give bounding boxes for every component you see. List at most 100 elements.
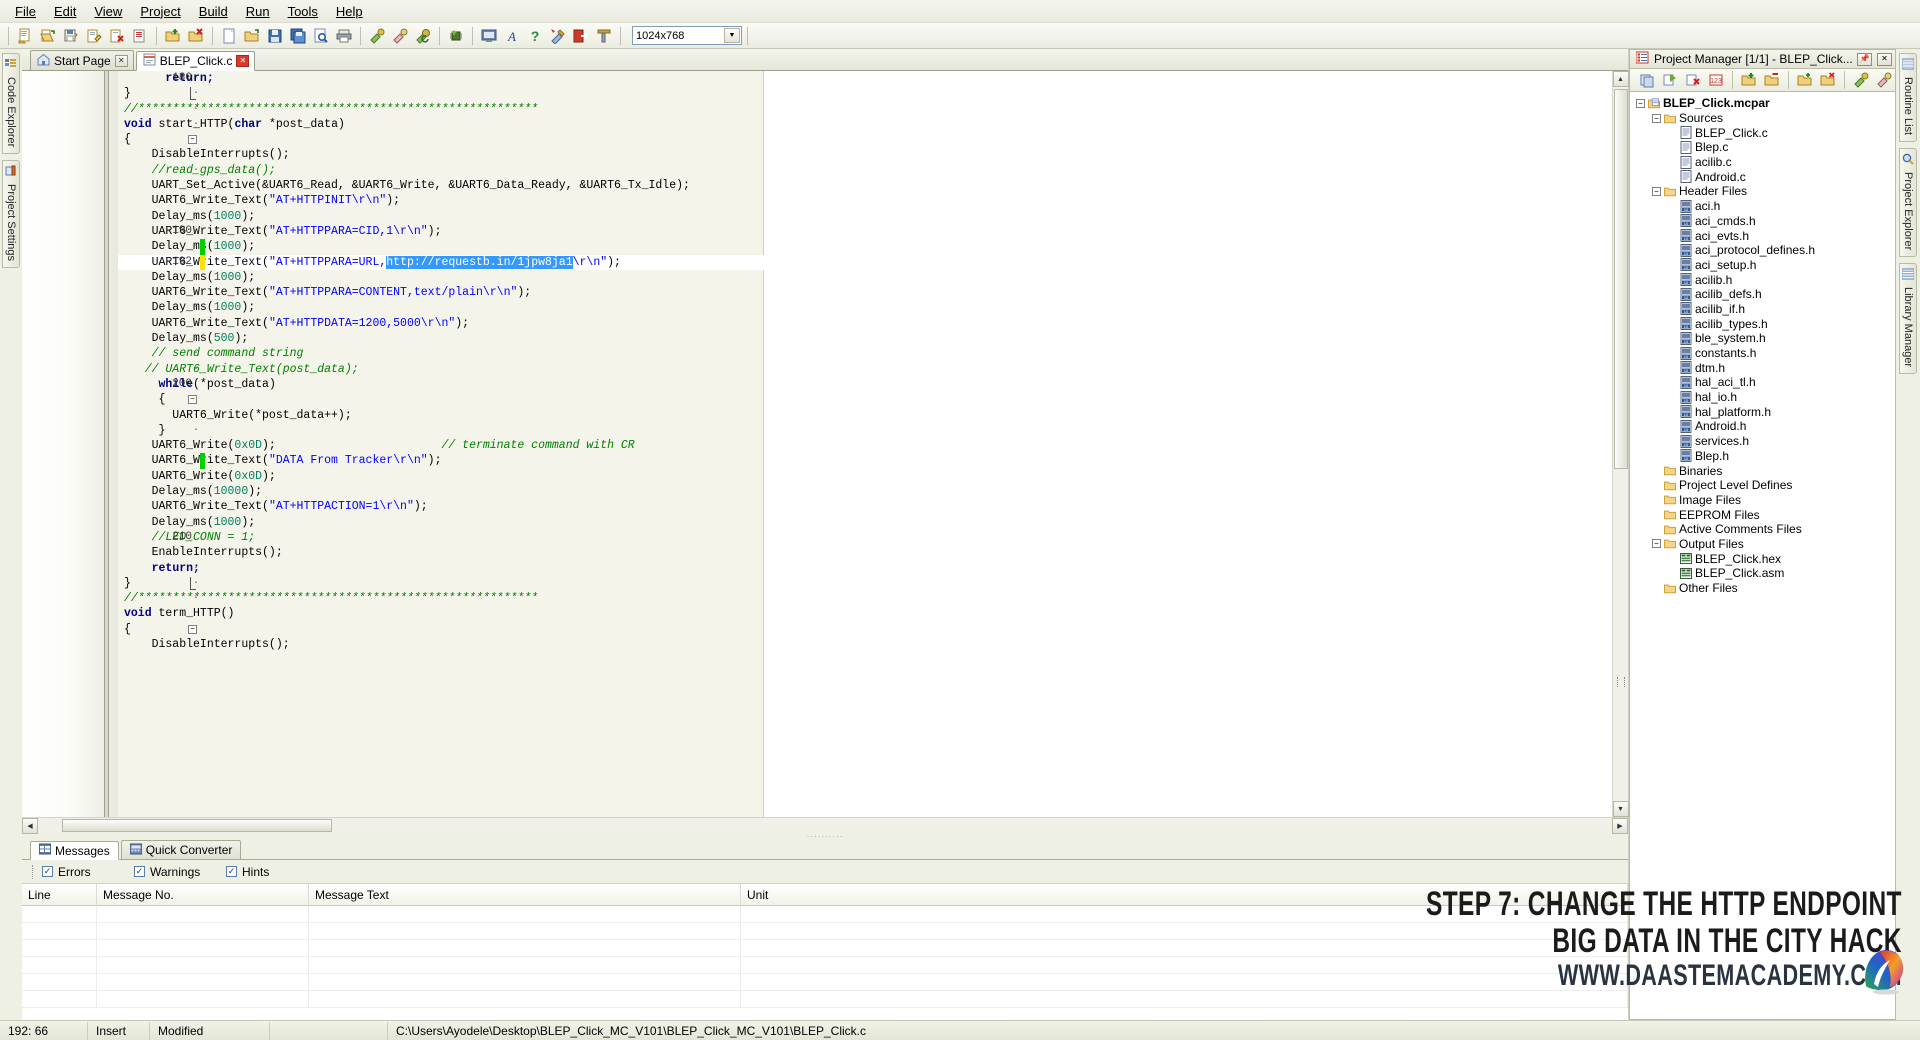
tree-node-hal-aci-tl-h[interactable]: 10 hal_aci_tl.h (1630, 375, 1895, 390)
scroll-down-icon[interactable]: ▼ (1612, 801, 1629, 817)
column-header-line[interactable]: Line (22, 883, 97, 906)
rebuild-all-icon[interactable] (412, 25, 434, 47)
code-line[interactable]: · UART_Set_Active(&UART6_Read, &UART6_Wr… (118, 178, 1612, 193)
code-line[interactable]: - DisableInterrupts(); (118, 147, 1612, 162)
tree-expander-icon[interactable]: − (1636, 98, 1645, 108)
find-in-files-icon[interactable] (310, 25, 332, 47)
menu-help[interactable]: Help (327, 1, 372, 22)
tree-node-dtm-h[interactable]: 10 dtm.h (1630, 360, 1895, 375)
code-line[interactable]: · DisableInterrupts(); (118, 637, 1612, 652)
table-row[interactable] (22, 906, 1628, 923)
code-line[interactable]: - void term_HTTP() (118, 606, 1612, 621)
menu-build[interactable]: Build (190, 1, 237, 22)
close-icon[interactable]: ✕ (1877, 52, 1892, 66)
options-icon[interactable] (547, 25, 569, 47)
usart-terminal-icon[interactable] (478, 25, 500, 47)
messages-table-rows[interactable] (22, 906, 1628, 1020)
code-line[interactable]: 190 UART6_Write_Text("AT+HTTPPARA=CID,1\… (118, 224, 1612, 239)
editor-vertical-scrollbar[interactable]: ▲ ▼ (1612, 71, 1629, 817)
sidebar-item-project-explorer[interactable]: Project Explorer (1899, 148, 1917, 258)
code-line[interactable]: · UART6_Write_Text("AT+HTTPACTION=1\r\n"… (118, 499, 1612, 514)
tree-node-image-files[interactable]: Image Files (1630, 493, 1895, 508)
code-line[interactable]: ·−{ (118, 622, 1612, 637)
table-row[interactable] (22, 940, 1628, 957)
fold-toggle-icon[interactable] (190, 576, 196, 590)
tree-node-blep-c[interactable]: Blep.c (1630, 140, 1895, 155)
tree-node-android-h[interactable]: 10 Android.h (1630, 419, 1895, 434)
tree-expander-icon[interactable]: − (1652, 539, 1661, 549)
close-icon[interactable]: ✕ (114, 54, 128, 67)
tree-node-hal-platform-h[interactable]: 10 hal_platform.h (1630, 404, 1895, 419)
table-row[interactable] (22, 957, 1628, 974)
save-all-icon[interactable] (287, 25, 309, 47)
open-file-icon[interactable] (37, 25, 59, 47)
new-file-icon[interactable] (14, 25, 36, 47)
code-line[interactable]: - UART6_Write_Text("DATA From Tracker\r\… (118, 453, 1612, 469)
fold-toggle-icon[interactable]: − (188, 395, 197, 405)
tree-expander-icon[interactable]: − (1652, 113, 1661, 123)
scroll-split-handle[interactable] (1617, 677, 1625, 687)
project-tree[interactable]: − BLEP_Click.mcpar − Sources BLEP_Click.c Ble… (1629, 91, 1896, 1020)
tree-node-services-h[interactable]: 10 services.h (1630, 434, 1895, 449)
tree-node-eeprom-files[interactable]: EEPROM Files (1630, 507, 1895, 522)
tree-node-header-files[interactable]: − Header Files (1630, 184, 1895, 199)
new-project-icon[interactable] (162, 25, 184, 47)
add-file-icon[interactable] (1794, 69, 1816, 91)
blank-page-icon[interactable] (218, 25, 240, 47)
scroll-up-icon[interactable]: ▲ (1612, 71, 1629, 87)
code-line[interactable]: · Delay_ms(500); (118, 331, 1612, 346)
code-line[interactable]: ·//*************************************… (118, 102, 1612, 117)
scroll-left-icon[interactable]: ◀ (22, 817, 38, 834)
sidebar-item-library-manager[interactable]: Library Manager (1899, 263, 1917, 375)
build-icon[interactable] (1850, 69, 1872, 91)
tree-node-android-c[interactable]: Android.c (1630, 169, 1895, 184)
code-line[interactable]: · UART6_Write_Text("AT+HTTPINIT\r\n"); (118, 193, 1612, 208)
code-line[interactable]: · Delay_ms(1000); (118, 209, 1612, 224)
code-line[interactable]: · // UART6_Write_Text(post_data); (118, 362, 1612, 377)
code-line[interactable]: - Delay_ms(1000); (118, 300, 1612, 315)
editor-horizontal-scrollbar[interactable]: ◀ ▶ (22, 817, 1628, 834)
tree-node-blep-click-hex[interactable]: BLEP_Click.hex (1630, 551, 1895, 566)
code-line[interactable]: · Delay_ms(10000); (118, 484, 1612, 499)
code-line[interactable]: · EnableInterrupts(); (118, 545, 1612, 560)
tree-node-project-level-defines[interactable]: Project Level Defines (1630, 478, 1895, 493)
menu-project[interactable]: Project (131, 1, 189, 22)
add-folder-icon[interactable] (1738, 69, 1760, 91)
tree-node-acilib-types-h[interactable]: 10 acilib_types.h (1630, 316, 1895, 331)
checkbox-hints[interactable]: ✓ (226, 866, 237, 877)
code-line[interactable]: · Delay_ms(1000); (118, 239, 1612, 255)
table-row[interactable] (22, 974, 1628, 991)
code-line[interactable]: ·} (118, 86, 1612, 101)
code-line[interactable]: · Delay_ms(1000); (118, 515, 1612, 530)
help-icon[interactable]: ? (524, 25, 546, 47)
tree-node-other-files[interactable]: Other Files (1630, 581, 1895, 596)
code-line[interactable]: · return; (118, 561, 1612, 576)
code-line[interactable]: · // send command string (118, 346, 1612, 361)
build-icon[interactable] (366, 25, 388, 47)
column-header-message-text[interactable]: Message Text (309, 883, 741, 906)
tree-expander-icon[interactable]: − (1652, 186, 1661, 196)
filter-hints[interactable]: ✓ Hints (226, 865, 318, 879)
code-line[interactable]: 210 //LED_CONN = 1; (118, 530, 1612, 545)
tree-node-blep-click-mcpar[interactable]: − BLEP_Click.mcpar (1630, 96, 1895, 111)
tab-quick-converter[interactable]: Quick Converter (120, 840, 242, 859)
sidebar-item-project-settings[interactable]: Project Settings (2, 160, 20, 269)
filters-drag-handle[interactable] (32, 864, 42, 879)
code-line[interactable]: · //read_gps_data(); (118, 163, 1612, 178)
tree-node-aci-cmds-h[interactable]: 10 aci_cmds.h (1630, 214, 1895, 229)
chevron-down-icon[interactable]: ▼ (724, 28, 740, 43)
open-folder-icon[interactable] (241, 25, 263, 47)
checkbox-errors[interactable]: ✓ (42, 866, 53, 877)
close-file-icon[interactable] (106, 25, 128, 47)
export-icon[interactable] (570, 25, 592, 47)
filter-errors[interactable]: ✓ Errors (42, 865, 134, 879)
column-header-message-no[interactable]: Message No. (97, 883, 309, 906)
code-line[interactable]: ·− { (118, 392, 1612, 407)
menu-edit[interactable]: Edit (45, 1, 85, 22)
code-line[interactable]: · UART6_Write(*post_data++); (118, 408, 1612, 423)
code-text-area[interactable]: 180 return; ·} ·//************************… (118, 71, 1612, 817)
fold-toggle-icon[interactable] (190, 87, 196, 101)
vertical-scroll-thumb[interactable] (1614, 89, 1628, 469)
code-line[interactable]: · Delay_ms(1000); (118, 270, 1612, 285)
tree-node-blep-h[interactable]: 10 Blep.h (1630, 449, 1895, 464)
